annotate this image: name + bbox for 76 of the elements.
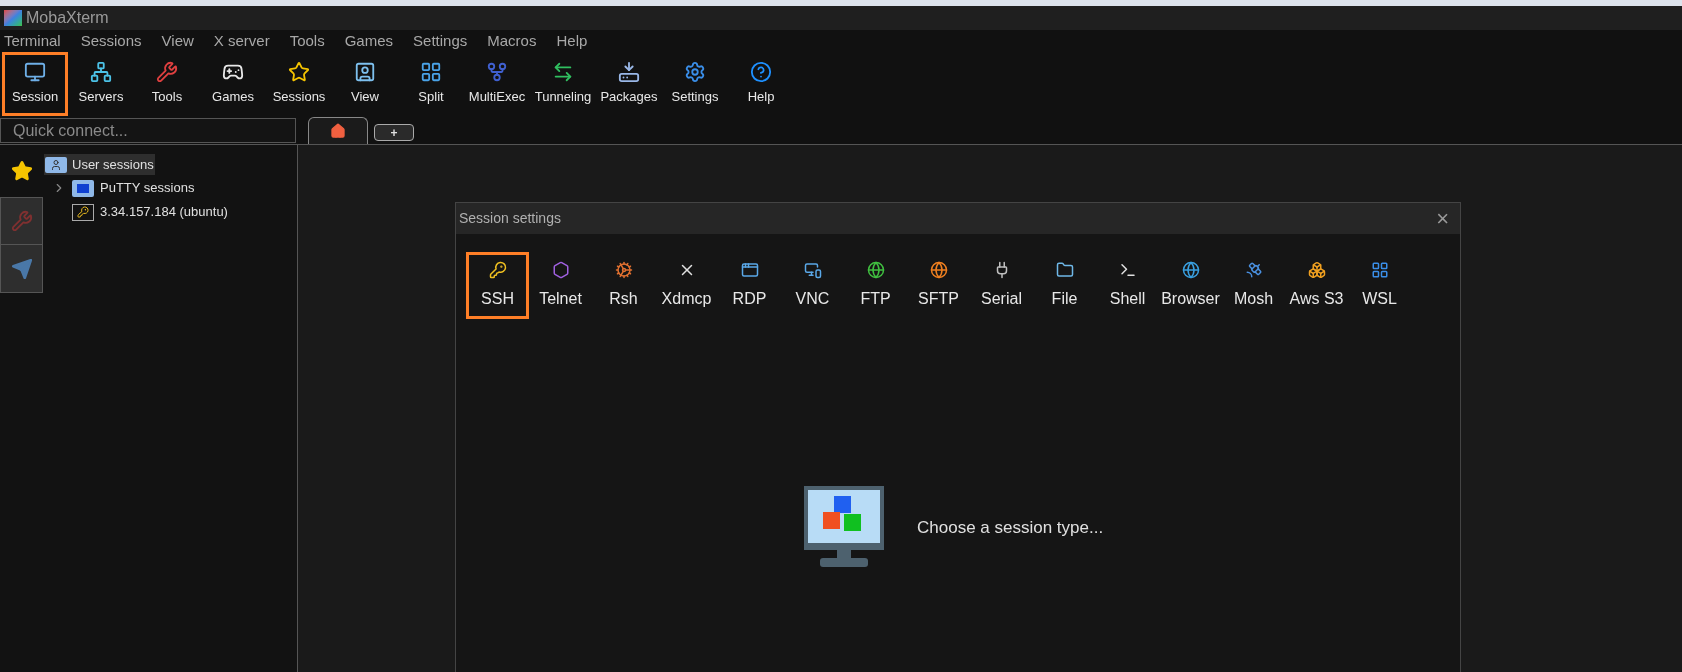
key-icon <box>488 260 507 279</box>
network-icon <box>90 61 112 84</box>
tree-item[interactable]: User sessions <box>44 154 155 175</box>
window-title: MobaXterm <box>26 8 109 28</box>
toolbar-button[interactable]: Help <box>728 52 794 116</box>
toolbar-button[interactable]: MultiExec <box>464 52 530 116</box>
toolbar-button[interactable]: Settings <box>662 52 728 116</box>
session-type-button[interactable]: SSH <box>466 252 529 319</box>
session-type-button[interactable]: Shell <box>1096 252 1159 319</box>
session-type-button[interactable]: WSL <box>1348 252 1411 319</box>
gear-icon <box>684 61 706 84</box>
toolbar-button[interactable]: Sessions <box>266 52 332 116</box>
grid-icon <box>420 61 442 84</box>
menu-item[interactable]: Tools <box>289 29 325 53</box>
menu-item[interactable]: Macros <box>487 29 537 53</box>
toolbar-button[interactable]: Tools <box>134 52 200 116</box>
boxes-icon <box>1307 260 1326 279</box>
menu-item[interactable]: Settings <box>413 29 468 53</box>
monitor-icon <box>803 260 822 279</box>
send-sidebar-tab[interactable] <box>0 245 43 293</box>
app-logo-icon <box>4 10 22 26</box>
wrench-icon <box>10 210 33 232</box>
session-type-button[interactable]: Mosh <box>1222 252 1285 319</box>
menu-item[interactable]: Terminal <box>4 29 61 53</box>
globe-icon <box>866 260 885 279</box>
arrows-icon <box>552 61 574 84</box>
globe-icon <box>1181 260 1200 279</box>
toolbar-button[interactable]: Packages <box>596 52 662 116</box>
satellite-icon <box>1244 260 1263 279</box>
hexagon-icon <box>551 260 570 279</box>
help-icon <box>750 61 772 84</box>
globe-icon <box>929 260 948 279</box>
toolbar-button[interactable]: View <box>332 52 398 116</box>
menu-item[interactable]: Sessions <box>80 29 142 53</box>
home-icon <box>330 123 346 139</box>
session-type-button[interactable]: RDP <box>718 252 781 319</box>
key-icon <box>72 203 94 221</box>
star-icon <box>288 61 310 84</box>
dialog-title: Session settings <box>459 209 561 228</box>
toolbar-button[interactable]: Split <box>398 52 464 116</box>
tree-item[interactable]: 3.34.157.184 (ubuntu) <box>100 202 228 222</box>
session-type-button[interactable]: SFTP <box>907 252 970 319</box>
session-type-button[interactable]: Telnet <box>529 252 592 319</box>
prompt-text: Choose a session type... <box>917 516 1104 539</box>
user-folder-icon <box>45 156 67 173</box>
toolbar-button[interactable]: Games <box>200 52 266 116</box>
tree-item[interactable]: PuTTY sessions <box>100 178 195 198</box>
monitor-cubes-icon <box>804 486 884 569</box>
session-type-button[interactable]: Rsh <box>592 252 655 319</box>
home-tab[interactable] <box>308 117 368 144</box>
session-type-button[interactable]: Browser <box>1159 252 1222 319</box>
close-button[interactable]: × <box>1428 207 1457 230</box>
paper-plane-icon <box>10 257 33 280</box>
wrench-icon <box>156 61 178 84</box>
monitor-icon <box>24 61 46 84</box>
session-type-button[interactable]: VNC <box>781 252 844 319</box>
toolbar-button[interactable]: Servers <box>68 52 134 116</box>
session-type-button[interactable]: Xdmcp <box>655 252 718 319</box>
session-type-button[interactable]: FTP <box>844 252 907 319</box>
new-tab-button[interactable]: + <box>374 124 414 141</box>
menu-item[interactable]: X server <box>213 29 270 53</box>
menu-item[interactable]: View <box>161 29 194 53</box>
menu-item[interactable]: Help <box>556 29 588 53</box>
toolbar-button[interactable]: Tunneling <box>530 52 596 116</box>
star-icon[interactable] <box>10 160 33 182</box>
fork-icon <box>486 61 508 84</box>
drive-icon <box>618 61 640 84</box>
folder-icon <box>1055 260 1074 279</box>
session-type-button[interactable]: Aws S3 <box>1285 252 1348 319</box>
quick-connect-field[interactable]: Quick connect... <box>0 118 296 143</box>
folder-icon <box>72 179 94 197</box>
monitor-user-icon <box>354 61 376 84</box>
session-type-button[interactable]: Serial <box>970 252 1033 319</box>
toolbar-button[interactable]: Session <box>2 52 68 116</box>
session-type-button[interactable]: File <box>1033 252 1096 319</box>
menu-item[interactable]: Games <box>344 29 394 53</box>
